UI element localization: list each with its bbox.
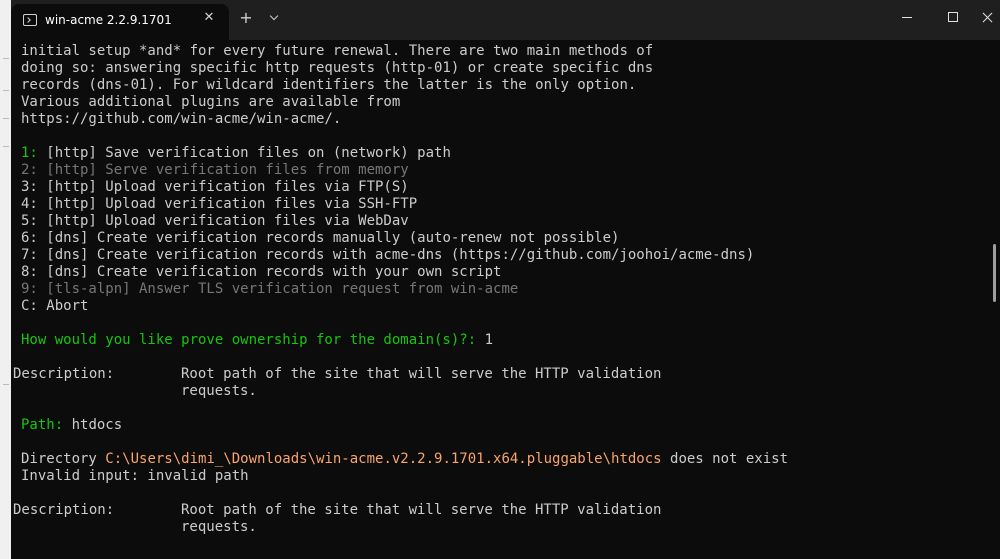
option-key: 7:	[21, 247, 38, 263]
intro-line: https://github.com/win-acme/win-acme/.	[21, 111, 342, 127]
path-line: Path: htdocs	[21, 417, 122, 434]
description-text: Root path of the site that will serve th…	[181, 366, 662, 382]
intro-line: records (dns-01). For wildcard identifie…	[21, 77, 637, 93]
dir-prefix: Directory	[21, 451, 106, 467]
prompt-question: How would you like prove ownership for t…	[21, 332, 477, 348]
description-text: Root path of the site that will serve th…	[181, 502, 662, 518]
maximize-button[interactable]	[930, 0, 976, 36]
option-abort: C: Abort	[21, 298, 88, 315]
option-key: 6:	[21, 230, 38, 246]
path-value: htdocs	[63, 417, 123, 433]
terminal-icon	[23, 14, 37, 26]
close-tab-icon[interactable]: ✕	[201, 10, 217, 26]
option-text: [dns] Create verification records with a…	[37, 247, 755, 263]
intro-line: initial setup *and* for every future ren…	[21, 43, 654, 59]
option-key: 3:	[21, 179, 38, 195]
title-bar[interactable]: win-acme 2.2.9.1701 ✕ +	[11, 0, 1000, 40]
tab-title: win-acme 2.2.9.1701	[45, 13, 172, 27]
option-key: C:	[21, 298, 38, 314]
dir-suffix: does not exist	[661, 451, 789, 467]
option-text: [http] Serve verification files from mem…	[37, 162, 409, 178]
background-window-edge	[0, 0, 11, 559]
close-window-button[interactable]	[976, 0, 1000, 36]
option-9: 9: [tls-alpn] Answer TLS verification re…	[21, 281, 518, 298]
option-key: 2:	[21, 162, 38, 178]
description-label: Description:	[13, 366, 115, 382]
description-text: requests.	[181, 519, 257, 535]
option-text: [tls-alpn] Answer TLS verification reque…	[37, 281, 519, 297]
terminal-tab[interactable]: win-acme 2.2.9.1701 ✕	[11, 4, 229, 40]
option-text: Abort	[37, 298, 89, 314]
intro-line: Various additional plugins are available…	[21, 94, 401, 110]
option-5: 5: [http] Upload verification files via …	[21, 213, 409, 230]
path-label: Path:	[21, 417, 64, 433]
terminal-output[interactable]: initial setup *and* for every future ren…	[11, 40, 987, 559]
option-key: 8:	[21, 264, 38, 280]
scrollbar-thumb[interactable]	[993, 244, 996, 302]
option-key: 1:	[21, 145, 38, 161]
option-text: [http] Upload verification files via FTP…	[37, 179, 409, 195]
option-3: 3: [http] Upload verification files via …	[21, 179, 409, 196]
new-tab-button[interactable]: +	[236, 8, 256, 28]
option-7: 7: [dns] Create verification records wit…	[21, 247, 754, 264]
option-2: 2: [http] Serve verification files from …	[21, 162, 409, 179]
option-key: 9:	[21, 281, 38, 297]
description-label: Description:	[13, 502, 115, 518]
option-text: [http] Upload verification files via Web…	[37, 213, 409, 229]
intro-line: doing so: answering specific http reques…	[21, 60, 654, 76]
prompt-answer: 1	[476, 332, 494, 348]
option-text: [http] Upload verification files via SSH…	[37, 196, 418, 212]
dir-path: C:\Users\dimi_\Downloads\win-acme.v2.2.9…	[105, 451, 662, 467]
option-key: 4:	[21, 196, 38, 212]
invalid-input-line: Invalid input: invalid path	[21, 468, 249, 484]
prompt-line: How would you like prove ownership for t…	[21, 332, 493, 349]
scrollbar[interactable]	[990, 40, 1000, 559]
option-4: 4: [http] Upload verification files via …	[21, 196, 417, 213]
minimize-button[interactable]	[884, 0, 930, 36]
option-6: 6: [dns] Create verification records man…	[21, 230, 619, 247]
option-text: [http] Save verification files on (netwo…	[37, 145, 451, 161]
option-text: [dns] Create verification records with y…	[37, 264, 502, 280]
option-key: 5:	[21, 213, 38, 229]
chevron-down-icon[interactable]	[264, 8, 284, 28]
option-1: 1: [http] Save verification files on (ne…	[21, 145, 451, 162]
option-text: [dns] Create verification records manual…	[37, 230, 620, 246]
option-8: 8: [dns] Create verification records wit…	[21, 264, 501, 281]
description-text: requests.	[181, 383, 257, 399]
directory-error: Directory C:\Users\dimi_\Downloads\win-a…	[21, 451, 788, 468]
